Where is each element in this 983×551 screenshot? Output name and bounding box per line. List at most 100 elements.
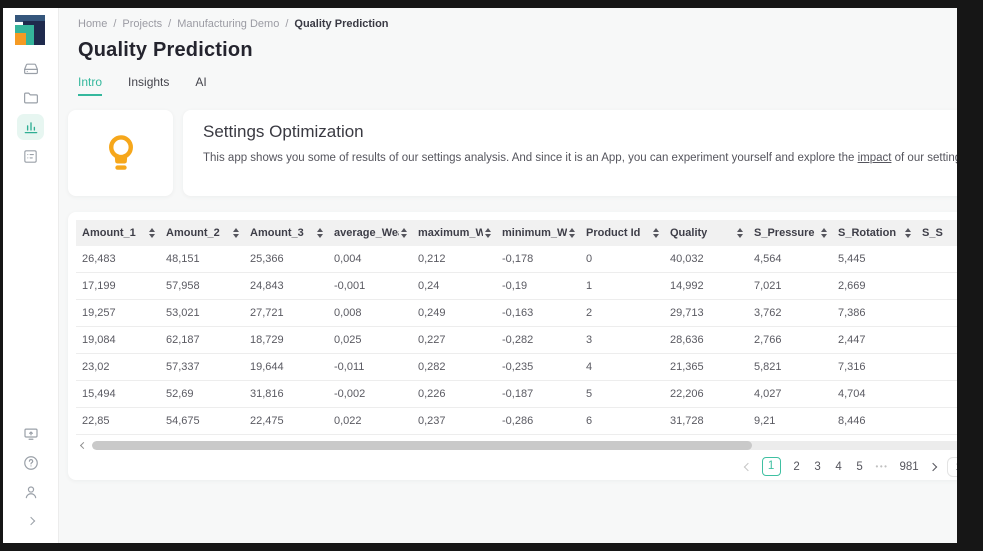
column-header-s-pressure[interactable]: S_Pressure <box>748 227 832 239</box>
tab-ai[interactable]: AI <box>195 75 206 96</box>
page-number-3[interactable]: 3 <box>813 461 823 473</box>
table-cell: 3 <box>580 334 664 346</box>
column-header-average-wear[interactable]: average_Wear <box>328 227 412 239</box>
table-row: 17,19957,95824,843-0,0010,24-0,19114,992… <box>76 273 957 300</box>
table-cell: 19,257 <box>76 307 160 319</box>
sort-icon[interactable] <box>401 228 407 238</box>
breadcrumb-item[interactable]: Projects <box>122 18 162 30</box>
breadcrumb-item[interactable]: Home <box>78 18 107 30</box>
column-header-quality[interactable]: Quality <box>664 227 748 239</box>
tab-bar: Intro Insights AI <box>78 75 957 96</box>
table-cell: 57,337 <box>160 361 244 373</box>
app-logo[interactable] <box>14 14 48 48</box>
table-cell: 31,816 <box>244 388 328 400</box>
column-header-product-id[interactable]: Product Id <box>580 227 664 239</box>
intro-description-text-end: of our settings. <box>891 152 957 164</box>
sidebar <box>3 8 59 543</box>
column-label: maximum_Wear <box>418 227 483 239</box>
title-row: Quality Prediction Edit <box>78 39 957 62</box>
help-icon[interactable] <box>17 450 44 476</box>
user-icon[interactable] <box>17 479 44 505</box>
sort-descending-icon <box>653 234 659 238</box>
column-header-amount-1[interactable]: Amount_1 <box>76 227 160 239</box>
sort-descending-icon <box>149 234 155 238</box>
expand-sidebar-icon[interactable] <box>17 508 44 534</box>
sort-icon[interactable] <box>737 228 743 238</box>
table-cell: 21,365 <box>664 361 748 373</box>
page-number-2[interactable]: 2 <box>792 461 802 473</box>
sort-descending-icon <box>737 234 743 238</box>
table-cell: 2,447 <box>832 334 916 346</box>
sort-ascending-icon <box>149 228 155 232</box>
apps-icon[interactable] <box>17 143 44 169</box>
table-cell: 23,02 <box>76 361 160 373</box>
column-label: S_S <box>922 227 943 239</box>
table-cell: -0,002 <box>328 388 412 400</box>
page-size-select[interactable]: 10 / page <box>947 457 957 477</box>
page-number-981[interactable]: 981 <box>899 461 918 473</box>
table-cell: 0,24 <box>412 280 496 292</box>
sort-icon[interactable] <box>233 228 239 238</box>
sort-icon[interactable] <box>569 228 575 238</box>
sort-ascending-icon <box>233 228 239 232</box>
table-cell: 0,249 <box>412 307 496 319</box>
sort-icon[interactable] <box>485 228 491 238</box>
table-cell: 19,644 <box>244 361 328 373</box>
table-cell: 22,475 <box>244 415 328 427</box>
column-header-s-s[interactable]: S_S <box>916 227 957 239</box>
column-header-minimum-wear[interactable]: minimum_Wear <box>496 227 580 239</box>
next-page-icon[interactable] <box>930 464 936 470</box>
horizontal-scrollbar-thumb[interactable] <box>92 441 752 450</box>
horizontal-scrollbar-track[interactable] <box>92 441 957 450</box>
table-cell: 7,021 <box>748 280 832 292</box>
scroll-left-icon[interactable] <box>76 443 90 448</box>
sort-icon[interactable] <box>821 228 827 238</box>
page-number-5[interactable]: 5 <box>855 461 865 473</box>
table-cell: 17,199 <box>76 280 160 292</box>
page-number-1[interactable]: 1 <box>762 457 781 476</box>
table-cell: -0,187 <box>496 388 580 400</box>
table-cell: 0,237 <box>412 415 496 427</box>
table-cell: 24,843 <box>244 280 328 292</box>
sort-icon[interactable] <box>905 228 911 238</box>
sort-descending-icon <box>317 234 323 238</box>
folder-icon[interactable] <box>17 85 44 111</box>
intro-icon-card <box>68 110 173 196</box>
sort-icon[interactable] <box>317 228 323 238</box>
column-label: minimum_Wear <box>502 227 567 239</box>
table-cell: 0,004 <box>328 253 412 265</box>
table-cell: 40,032 <box>664 253 748 265</box>
table-cell: 0,282 <box>412 361 496 373</box>
table-cell: 53,021 <box>160 307 244 319</box>
sort-icon[interactable] <box>653 228 659 238</box>
breadcrumb-separator: / <box>168 18 171 30</box>
table-cell: -0,19 <box>496 280 580 292</box>
table-cell: -0,001 <box>328 280 412 292</box>
screen-share-icon[interactable] <box>17 421 44 447</box>
table-cell: 0,025 <box>328 334 412 346</box>
page-number-4[interactable]: 4 <box>834 461 844 473</box>
column-header-maximum-wear[interactable]: maximum_Wear <box>412 227 496 239</box>
impact-link[interactable]: impact <box>858 152 892 164</box>
breadcrumb-item[interactable]: Manufacturing Demo <box>177 18 279 30</box>
table-cell: 29,713 <box>664 307 748 319</box>
sort-icon[interactable] <box>149 228 155 238</box>
pagination-ellipsis[interactable]: ••• <box>876 462 889 471</box>
table-cell: 6 <box>580 415 664 427</box>
table-cell: 4,027 <box>748 388 832 400</box>
table-cell: 0,008 <box>328 307 412 319</box>
sort-ascending-icon <box>569 228 575 232</box>
tab-insights[interactable]: Insights <box>128 75 169 96</box>
table-cell: 0,226 <box>412 388 496 400</box>
column-label: S_Rotation <box>838 227 896 239</box>
previous-page-icon[interactable] <box>745 464 751 470</box>
column-header-amount-3[interactable]: Amount_3 <box>244 227 328 239</box>
storage-icon[interactable] <box>17 56 44 82</box>
column-header-s-rotation[interactable]: S_Rotation <box>832 227 916 239</box>
sort-ascending-icon <box>821 228 827 232</box>
table-cell: 2 <box>580 307 664 319</box>
tab-intro[interactable]: Intro <box>78 75 102 96</box>
table-cell: 28,636 <box>664 334 748 346</box>
bar-chart-icon[interactable] <box>17 114 44 140</box>
column-header-amount-2[interactable]: Amount_2 <box>160 227 244 239</box>
